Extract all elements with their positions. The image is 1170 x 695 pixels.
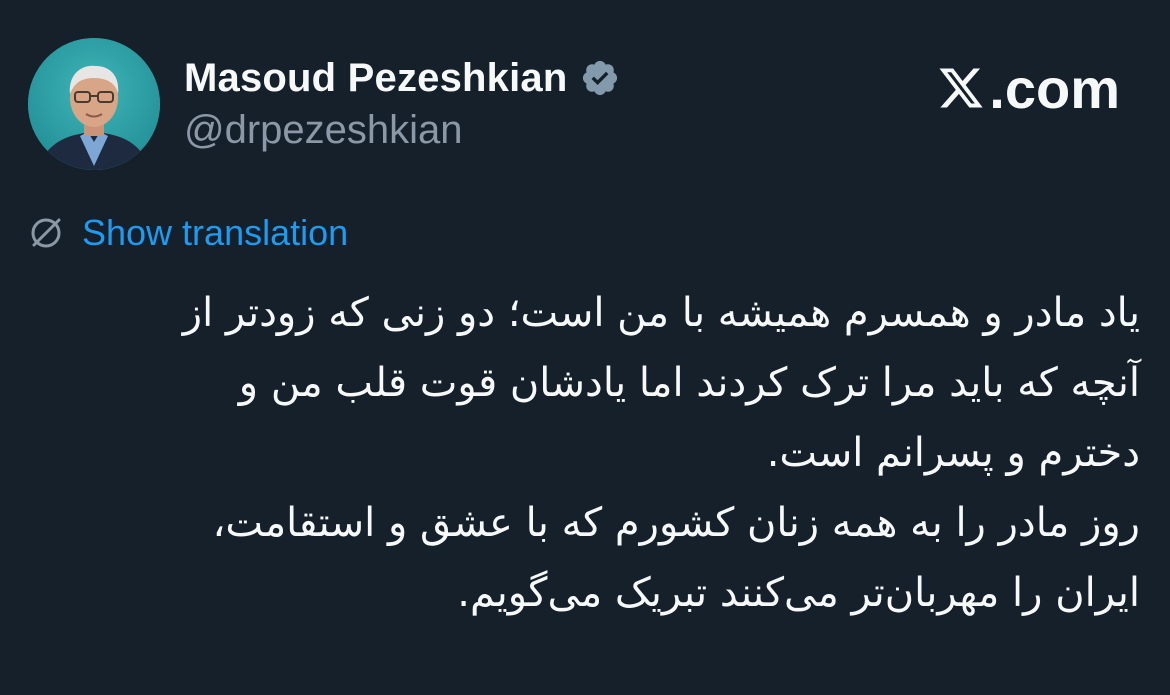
tweet-line: آنچه که باید مرا ترک کردند اما یادشان قو… [238, 360, 1140, 406]
show-translation-link[interactable]: Show translation [82, 212, 348, 254]
avatar-photo [28, 38, 160, 170]
tweet-card: Masoud Pezeshkian @drpezeshkian .com Sho… [0, 0, 1170, 695]
globe-slash-icon [31, 218, 61, 248]
x-logo-icon [939, 68, 983, 108]
x-com-brand: .com [937, 56, 1120, 120]
verified-badge-icon [582, 60, 617, 96]
tweet-line: روز مادر را به همه زنان کشورم که با عشق … [212, 500, 1140, 546]
tweet-line: ایران را مهربان‌تر می‌کنند تبریک می‌گویم… [457, 570, 1140, 616]
author-display-name[interactable]: Masoud Pezeshkian [184, 56, 568, 101]
author-avatar[interactable] [28, 38, 160, 170]
tweet-line: دخترم و پسرانم است. [766, 430, 1140, 476]
author-name-row: Masoud Pezeshkian [184, 52, 620, 104]
tweet-body: یاد مادر و همسرم همیشه با من است؛ دو زنی… [30, 278, 1140, 628]
translation-row[interactable]: Show translation [26, 210, 348, 256]
brand-domain-text: .com [989, 56, 1120, 120]
author-handle[interactable]: @drpezeshkian [184, 108, 463, 153]
tweet-line: یاد مادر و همسرم همیشه با من است؛ دو زنی… [182, 290, 1140, 336]
